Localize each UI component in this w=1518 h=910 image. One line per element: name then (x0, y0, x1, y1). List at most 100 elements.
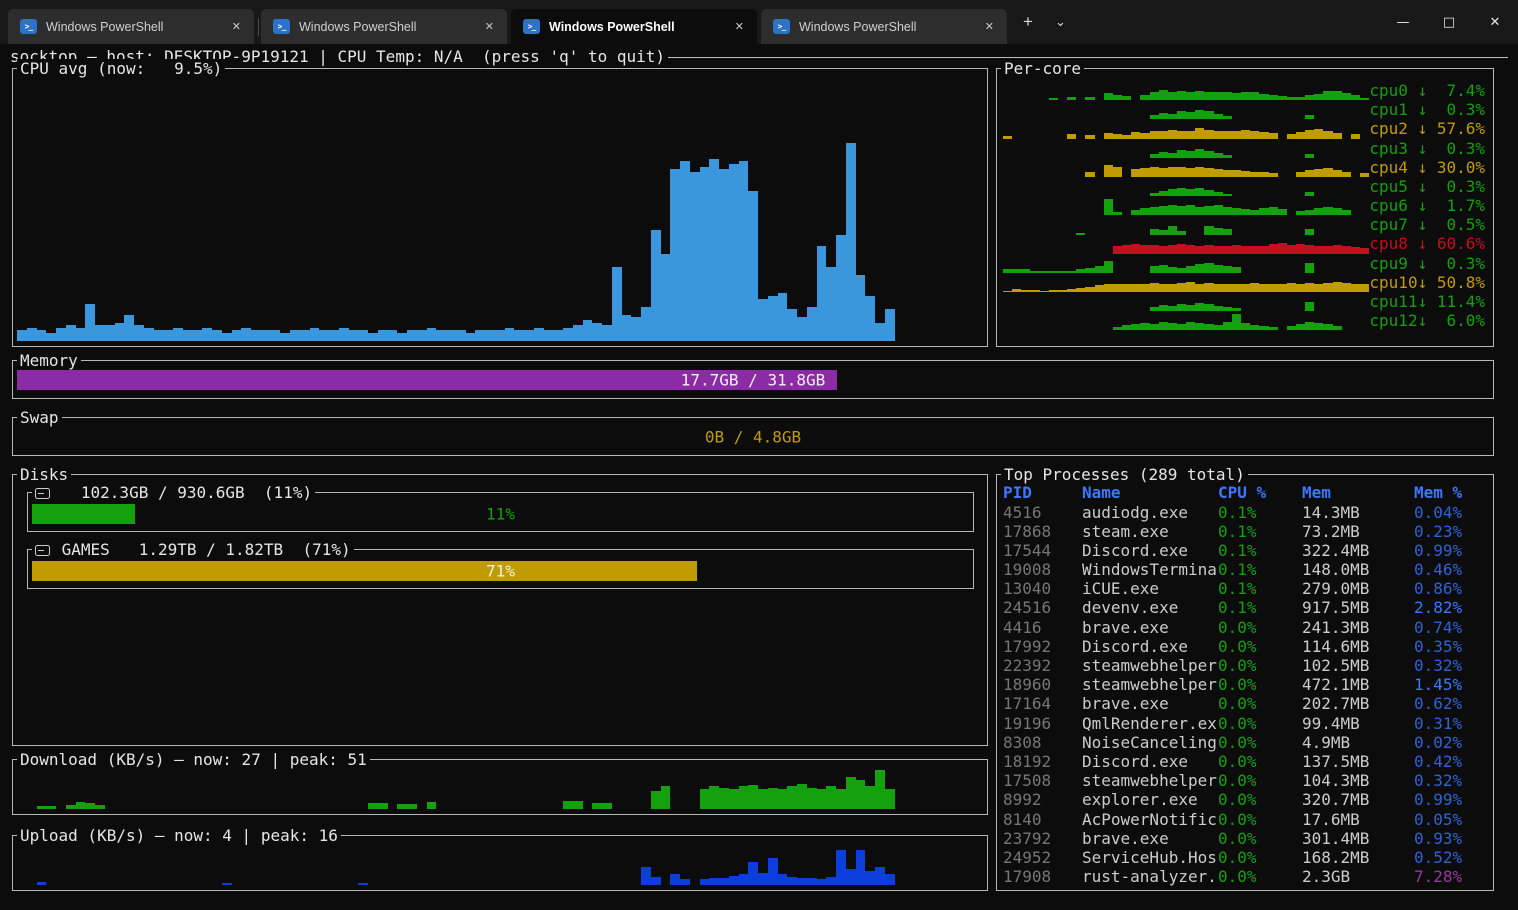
chart-bar (397, 333, 407, 341)
powershell-icon: >_ (773, 19, 790, 34)
tab-windows-powershell-3[interactable]: >_Windows PowerShell✕ (511, 9, 757, 44)
process-name: explorer.exe (1082, 790, 1198, 809)
tab-close-button[interactable]: ✕ (730, 18, 749, 35)
tab-close-button[interactable]: ✕ (227, 18, 246, 35)
spark-bar (1223, 92, 1232, 101)
spark-bar (1314, 208, 1323, 216)
spark-bar (1223, 284, 1232, 293)
process-row: 24516devenv.exe0.1%917.5MB2.82% (997, 598, 1493, 617)
spark-bar (1195, 264, 1204, 273)
chart-bar (193, 330, 203, 341)
core-row-cpu5: cpu5 ↓ 0.3% (1003, 177, 1485, 196)
process-mem: 322.4MB (1302, 541, 1369, 560)
tab-windows-powershell-1[interactable]: >_ Windows PowerShell ✕ (8, 9, 254, 44)
tab-windows-powershell-2[interactable]: >_Windows PowerShell✕ (261, 9, 507, 44)
chart-bar (251, 330, 261, 341)
spark-bar (1204, 324, 1213, 331)
process-name: devenv.exe (1082, 598, 1178, 617)
chart-bar (602, 803, 612, 809)
tab-label: Windows PowerShell (46, 20, 218, 34)
core-sparkline (1003, 235, 1369, 254)
chart-bar (875, 323, 885, 341)
spark-bar (1159, 322, 1168, 331)
chart-bar (748, 191, 758, 341)
spark-bar (1232, 131, 1241, 138)
chart-bar (826, 877, 836, 885)
process-row: 8992explorer.exe0.0%320.7MB0.99% (997, 790, 1493, 809)
chart-bar (817, 789, 827, 810)
chart-bar (222, 883, 232, 885)
spark-bar (1214, 246, 1223, 254)
core-row-cpu3: cpu3 ↓ 0.3% (1003, 139, 1485, 158)
powershell-icon: >_ (20, 19, 37, 34)
maximize-button[interactable]: □ (1426, 0, 1472, 44)
core-label: cpu7 ↓ 0.5% (1369, 215, 1485, 234)
new-tab-button[interactable]: + (1011, 0, 1045, 44)
per-core-panel: Per-core cpu0 ↓ 7.4%cpu1 ↓ 0.3%cpu2 ↓ 57… (996, 68, 1494, 347)
process-mem: 148.0MB (1302, 560, 1369, 579)
chart-bar (729, 164, 739, 341)
process-mem: 472.1MB (1302, 675, 1369, 694)
spark-bar (1168, 284, 1177, 292)
chart-bar (836, 850, 846, 885)
process-cpu: 0.0% (1218, 848, 1257, 867)
close-button[interactable]: ✕ (1472, 0, 1518, 44)
chart-bar (846, 869, 856, 885)
process-name: brave.exe (1082, 618, 1169, 637)
memory-title: Memory (17, 351, 81, 370)
process-name: iCUE.exe (1082, 579, 1159, 598)
disk-gauge: 11% (32, 504, 969, 524)
tab-dropdown-button[interactable]: ⌄ (1045, 0, 1076, 44)
chart-bar (875, 867, 885, 885)
spark-bar (1113, 284, 1122, 293)
spark-bar (1186, 305, 1195, 312)
col-header-name: Name (1082, 483, 1121, 502)
process-name: steamwebhelper (1082, 771, 1217, 790)
chart-bar (739, 874, 749, 885)
spark-bar (1186, 205, 1195, 215)
spark-bar (1250, 283, 1259, 293)
minimize-button[interactable]: — (1380, 0, 1426, 44)
spark-bar (1168, 323, 1177, 331)
process-pid: 8140 (1003, 810, 1042, 829)
col-header-mem-: Mem % (1414, 483, 1462, 502)
spark-bar (1223, 266, 1232, 273)
memory-gauge: 17.7GB / 31.8GB (17, 370, 1489, 390)
core-label: cpu11↓ 11.4% (1369, 292, 1485, 311)
process-mem: 137.5MB (1302, 752, 1369, 771)
tab-label: Windows PowerShell (799, 20, 971, 34)
per-core-rows: cpu0 ↓ 7.4%cpu1 ↓ 0.3%cpu2 ↓ 57.6%cpu3 ↓… (1003, 81, 1485, 330)
spark-bar (1186, 282, 1195, 292)
spark-bar (1333, 282, 1342, 292)
core-label: cpu12↓ 6.0% (1369, 311, 1485, 330)
process-mem: 301.4MB (1302, 829, 1369, 848)
tab-windows-powershell-4[interactable]: >_ Windows PowerShell ✕ (761, 9, 1007, 44)
process-mem-pct: 0.46% (1414, 560, 1462, 579)
spark-bar (1333, 208, 1342, 216)
chart-bar (397, 804, 407, 809)
chart-bar (719, 169, 729, 341)
spark-bar (1150, 167, 1159, 177)
spark-bar (1159, 265, 1168, 273)
spark-bar (1177, 188, 1186, 196)
process-pid: 17164 (1003, 694, 1051, 713)
tab-close-button[interactable]: ✕ (480, 18, 499, 35)
chart-bar (280, 333, 290, 341)
chart-bar (592, 803, 602, 809)
chart-bar (612, 267, 622, 341)
process-row: 17868steam.exe0.1%73.2MB0.23% (997, 522, 1493, 541)
tab-close-button[interactable]: ✕ (980, 18, 999, 35)
chart-bar (631, 317, 641, 341)
process-row: 19196QmlRenderer.ex0.0%99.4MB0.31% (997, 714, 1493, 733)
spark-bar (1259, 246, 1268, 254)
spark-bar (1150, 266, 1159, 273)
spark-bar (1186, 322, 1195, 331)
spark-bar (1333, 91, 1342, 101)
spark-bar (1140, 323, 1149, 331)
process-mem: 102.5MB (1302, 656, 1369, 675)
spark-bar (1131, 132, 1140, 139)
disk-box-0: 102.3GB / 930.6GB (11%)11% (27, 492, 974, 532)
chart-bar (602, 325, 612, 341)
chart-bar (407, 804, 417, 809)
chart-bar (163, 330, 173, 341)
